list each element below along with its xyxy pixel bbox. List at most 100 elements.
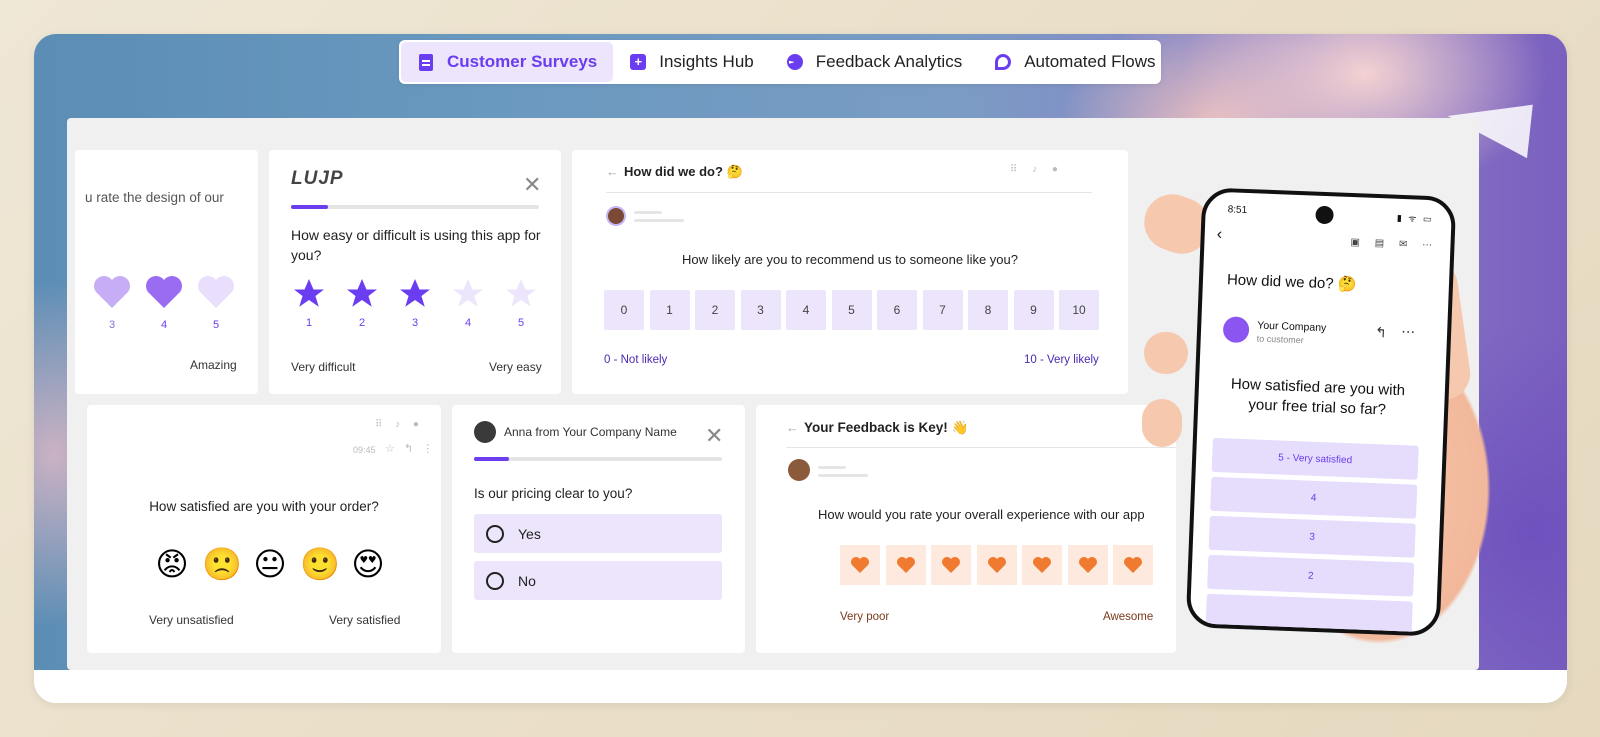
camera-notch <box>1315 205 1334 225</box>
heart-icon <box>198 276 234 308</box>
mail-action-icons: ▣ ▤ ✉ ⋯ <box>1350 237 1439 252</box>
star-option[interactable]: 2 <box>344 276 380 329</box>
finger <box>1144 332 1188 374</box>
option-yes[interactable]: Yes <box>474 514 722 553</box>
nps-option[interactable]: 7 <box>922 290 963 330</box>
heart-icon <box>987 557 1006 573</box>
scale-right-label: 10 - Very likely <box>1024 354 1099 366</box>
nps-option[interactable]: 9 <box>1013 290 1054 330</box>
tab-label: Automated Flows <box>1024 52 1156 71</box>
tab-label: Feedback Analytics <box>815 52 963 71</box>
heart-rating-card: u rate the design of our 3 4 5 Amazing <box>75 150 258 394</box>
back-icon[interactable]: ‹ <box>1216 226 1222 244</box>
avatar <box>788 459 810 481</box>
pricing-question-card: Anna from Your Company Name ✕ Is our pri… <box>452 405 745 653</box>
survey-question: How satisfied are you with your free tri… <box>1230 375 1406 419</box>
sender-name: Your Company <box>1257 319 1327 335</box>
nps-option[interactable]: 8 <box>968 290 1008 330</box>
star-label: 5 <box>517 317 525 329</box>
close-icon[interactable]: ✕ <box>523 174 541 196</box>
heart-option[interactable] <box>1022 545 1062 585</box>
heart-option[interactable]: 5 <box>196 274 236 331</box>
phone-option[interactable]: 4 <box>1210 476 1418 519</box>
star-icon <box>347 279 377 307</box>
emoji-rating-card: ⠿ ♪ ● 09:45 ☆ ↰ ⋮ How satisfied are you … <box>87 405 441 653</box>
heart-option[interactable]: 4 <box>144 274 184 331</box>
more-icon[interactable]: ⋯ <box>1401 323 1416 341</box>
phone-option[interactable]: 2 <box>1207 554 1415 597</box>
scale-left-label: 0 - Not likely <box>604 354 668 366</box>
star-icon <box>506 279 536 307</box>
heart-option[interactable]: 3 <box>92 274 132 331</box>
avatar <box>606 206 626 226</box>
option-no[interactable]: No <box>474 561 722 600</box>
heart-icon <box>1078 557 1097 573</box>
back-arrow-icon[interactable]: ← <box>606 164 619 179</box>
scale-left-label: Very poor <box>840 611 890 623</box>
heart-icon <box>851 557 869 573</box>
nps-option[interactable]: 2 <box>695 290 735 330</box>
star-label: 4 <box>464 317 472 329</box>
star-label: 3 <box>411 317 419 329</box>
tab-customer-surveys[interactable]: Customer Surveys <box>401 42 614 82</box>
emoji-option[interactable]: 😍 <box>349 545 387 583</box>
avatar <box>474 421 496 443</box>
star-option[interactable]: 5 <box>503 276 539 329</box>
phone-option[interactable]: 5 - Very satisfied <box>1211 437 1419 480</box>
star-label: 1 <box>305 317 313 329</box>
heart-icon <box>146 276 182 308</box>
star-option[interactable]: 4 <box>450 276 486 329</box>
back-arrow-icon[interactable]: ← <box>786 420 799 435</box>
nps-option[interactable]: 5 <box>831 290 872 330</box>
star-rating-card: LUJP ✕ How easy or difficult is using th… <box>269 150 561 394</box>
star-option[interactable]: 1 <box>291 276 327 329</box>
heart-label: 4 <box>160 319 168 331</box>
heart-label: 5 <box>212 319 220 331</box>
scale-right-label: Very satisfied <box>329 613 401 627</box>
heart-option[interactable] <box>840 545 880 585</box>
tab-insights-hub[interactable]: + Insights Hub <box>613 42 770 82</box>
toolbar-icons: ⠿ ♪ ● <box>375 419 424 430</box>
plus-square-icon: + <box>629 53 647 71</box>
star-icon <box>400 279 430 307</box>
nps-option[interactable]: 3 <box>740 290 781 330</box>
heart-icon <box>942 557 960 573</box>
tab-automated-flows[interactable]: Automated Flows <box>978 42 1171 82</box>
star-icon <box>294 279 324 307</box>
tab-feedback-analytics[interactable]: Feedback Analytics <box>770 42 978 82</box>
star-reply-icons: ☆ ↰ ⋮ <box>385 443 437 455</box>
heart-option[interactable] <box>885 545 926 585</box>
recipient: to customer <box>1256 333 1304 346</box>
scale-right-label: Amazing <box>190 358 237 372</box>
nps-option[interactable]: 0 <box>604 290 644 330</box>
nps-option[interactable]: 6 <box>877 290 917 330</box>
scale-left-label: Very unsatisfied <box>149 613 234 627</box>
feedback-rating-card: ← Your Feedback is Key! 👋 How would you … <box>756 405 1176 653</box>
close-icon[interactable]: ✕ <box>705 425 723 447</box>
nps-option[interactable]: 1 <box>649 290 690 330</box>
emoji-option[interactable]: 😡 <box>153 545 191 583</box>
card-question: How satisfied are you with your order? <box>149 499 379 514</box>
reply-icon[interactable]: ↰ <box>1375 324 1387 341</box>
heart-option[interactable] <box>976 545 1017 585</box>
sender-name: Anna from Your Company Name <box>504 425 677 439</box>
email-subject: How did we do? 🤔 <box>624 164 743 179</box>
pie-chart-icon <box>786 53 804 71</box>
star-option[interactable]: 3 <box>397 276 433 329</box>
emoji-option[interactable]: 🙂 <box>300 545 340 583</box>
heart-option[interactable] <box>1067 545 1108 585</box>
nps-option[interactable]: 10 <box>1059 290 1099 330</box>
app-frame: Customer Surveys + Insights Hub Feedback… <box>34 34 1567 703</box>
nps-option[interactable]: 4 <box>786 290 826 330</box>
avatar <box>1222 316 1250 344</box>
scale-left-label: Very difficult <box>291 360 356 374</box>
flow-icon <box>994 53 1012 71</box>
card-question: Is our pricing clear to you? <box>474 486 633 501</box>
star-label: 2 <box>358 317 366 329</box>
heart-option[interactable] <box>931 545 971 585</box>
phone-option[interactable]: 3 <box>1208 515 1416 558</box>
progress-bar <box>474 457 722 461</box>
emoji-option[interactable]: 😐 <box>251 545 289 583</box>
emoji-option[interactable]: 🙁 <box>202 545 242 583</box>
phone-mockup: 8:51 ▮ ᯤ ▭ ‹ ▣ ▤ ✉ ⋯ How did we do? 🤔 Yo… <box>1185 187 1457 637</box>
